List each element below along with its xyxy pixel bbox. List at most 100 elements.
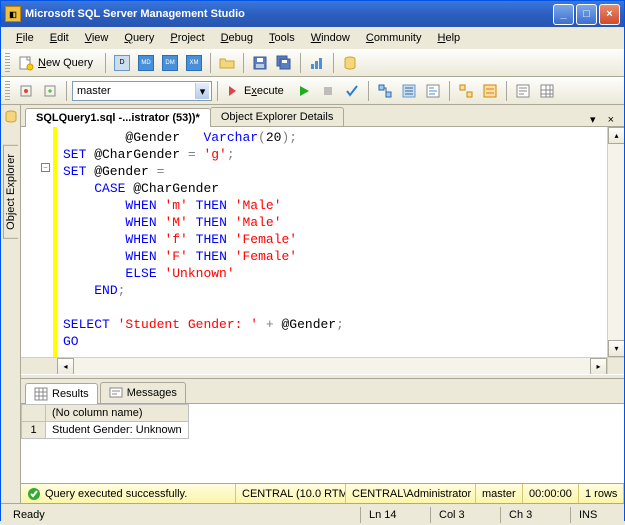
mdx-query-button[interactable]: MD	[135, 52, 157, 74]
scroll-left-button[interactable]: ◂	[57, 358, 74, 375]
save-all-button[interactable]	[273, 52, 295, 74]
menu-window[interactable]: Window	[304, 30, 357, 46]
execute-icon	[224, 83, 240, 99]
column-header[interactable]: (No column name)	[46, 405, 189, 422]
plan-icon	[377, 83, 393, 99]
query-options-button[interactable]	[398, 80, 420, 102]
scroll-down-button[interactable]: ▾	[608, 340, 624, 357]
status-db: master	[476, 484, 523, 503]
save-all-icon	[276, 55, 292, 71]
document-tabs: SQLQuery1.sql -...istrator (53))* Object…	[21, 105, 624, 127]
main-status-bar: Ready Ln 14 Col 3 Ch 3 INS	[1, 503, 624, 525]
database-combo-value: master	[77, 85, 111, 97]
results-text-button[interactable]	[512, 80, 534, 102]
scroll-up-button[interactable]: ▴	[608, 127, 624, 144]
menu-file[interactable]: File	[9, 30, 41, 46]
minimize-button[interactable]: _	[553, 4, 574, 25]
vertical-scrollbar[interactable]: ▴ ▾	[607, 127, 624, 357]
de-query-button[interactable]: D	[111, 52, 133, 74]
obj-explorer-icon[interactable]	[3, 109, 19, 125]
window-title: Microsoft SQL Server Management Studio	[25, 8, 553, 20]
xmla-query-button[interactable]: XM	[183, 52, 205, 74]
dropdown-icon: ▾	[195, 83, 209, 99]
open-folder-icon	[219, 55, 235, 71]
intellisense-icon	[425, 83, 441, 99]
status-ins: INS	[570, 507, 620, 523]
menu-view[interactable]: View	[78, 30, 116, 46]
scroll-right-button[interactable]: ▸	[590, 358, 607, 375]
results-tab[interactable]: Results	[25, 383, 98, 404]
grid-cell[interactable]: Student Gender: Unknown	[46, 422, 189, 439]
query-status-msg: Query executed successfully.	[45, 488, 187, 500]
menu-bar: File Edit View Query Project Debug Tools…	[1, 27, 624, 49]
messages-icon	[109, 386, 123, 400]
change-connection-button[interactable]	[39, 80, 61, 102]
new-query-button[interactable]: New Query	[15, 52, 100, 74]
tab-object-details[interactable]: Object Explorer Details	[210, 107, 345, 126]
include-stats-button[interactable]	[479, 80, 501, 102]
include-plan-icon	[458, 83, 474, 99]
registered-servers-button[interactable]	[339, 52, 361, 74]
obj-explorer-tab[interactable]: Object Explorer	[3, 145, 18, 239]
status-ch: Ch 3	[500, 507, 570, 523]
results-grid-button[interactable]	[536, 80, 558, 102]
close-button[interactable]: ×	[599, 4, 620, 25]
app-icon: ◧	[5, 6, 21, 22]
results-grid[interactable]: (No column name) 1 Student Gender: Unkno…	[21, 404, 624, 483]
messages-tab-label: Messages	[127, 387, 177, 399]
menu-debug[interactable]: Debug	[214, 30, 260, 46]
open-file-button[interactable]	[216, 52, 238, 74]
maximize-button[interactable]: □	[576, 4, 597, 25]
intellisense-button[interactable]	[422, 80, 444, 102]
stop-button[interactable]	[317, 80, 339, 102]
parse-check-icon	[344, 83, 360, 99]
standard-toolbar: New Query D MD DM XM	[1, 49, 624, 77]
tab-close-button[interactable]: ×	[602, 114, 620, 126]
menu-help[interactable]: Help	[431, 30, 468, 46]
tab-sqlquery1[interactable]: SQLQuery1.sql -...istrator (53))*	[25, 108, 211, 127]
database-combo[interactable]: master ▾	[72, 81, 212, 101]
status-time: 00:00:00	[523, 484, 579, 503]
horizontal-scrollbar[interactable]: ◂ ▸	[21, 357, 624, 374]
title-bar: ◧ Microsoft SQL Server Management Studio…	[1, 1, 624, 27]
dmx-icon: DM	[162, 55, 178, 71]
menu-edit[interactable]: Edit	[43, 30, 76, 46]
toolbar-gripper[interactable]	[5, 81, 10, 101]
activity-monitor-button[interactable]	[306, 52, 328, 74]
new-query-label: New Query	[34, 57, 97, 69]
messages-tab[interactable]: Messages	[100, 382, 186, 403]
parse-button[interactable]	[341, 80, 363, 102]
save-button[interactable]	[249, 52, 271, 74]
status-ln: Ln 14	[360, 507, 430, 523]
connect-button[interactable]	[15, 80, 37, 102]
options-icon	[401, 83, 417, 99]
menu-tools[interactable]: Tools	[262, 30, 302, 46]
results-grid-icon	[34, 387, 48, 401]
mdx-icon: MD	[138, 55, 154, 71]
code-area[interactable]: @Gender Varchar(20);SET @CharGender = 'g…	[57, 127, 607, 357]
menu-query[interactable]: Query	[117, 30, 161, 46]
servers-icon	[342, 55, 358, 71]
results-tab-label: Results	[52, 388, 89, 400]
include-plan-button[interactable]	[455, 80, 477, 102]
tab-overflow-button[interactable]: ▾	[584, 113, 602, 126]
status-ready: Ready	[5, 507, 360, 523]
de-query-icon: D	[114, 55, 130, 71]
stats-icon	[482, 83, 498, 99]
debug-button[interactable]	[293, 80, 315, 102]
text-icon	[515, 83, 531, 99]
row-header[interactable]: 1	[22, 422, 46, 439]
toolbar-gripper[interactable]	[5, 53, 10, 73]
code-editor[interactable]: − @Gender Varchar(20);SET @CharGender = …	[21, 127, 624, 357]
query-status-bar: Query executed successfully. CENTRAL (10…	[21, 483, 624, 503]
sql-editor-toolbar: master ▾ Execute	[1, 77, 624, 105]
play-icon	[296, 83, 312, 99]
execute-button[interactable]: Execute	[223, 80, 291, 102]
menu-project[interactable]: Project	[163, 30, 211, 46]
fold-toggle[interactable]: −	[41, 163, 50, 172]
grid-corner	[22, 405, 46, 422]
execute-label: Execute	[240, 85, 288, 97]
estimated-plan-button[interactable]	[374, 80, 396, 102]
dmx-query-button[interactable]: DM	[159, 52, 181, 74]
menu-community[interactable]: Community	[359, 30, 429, 46]
